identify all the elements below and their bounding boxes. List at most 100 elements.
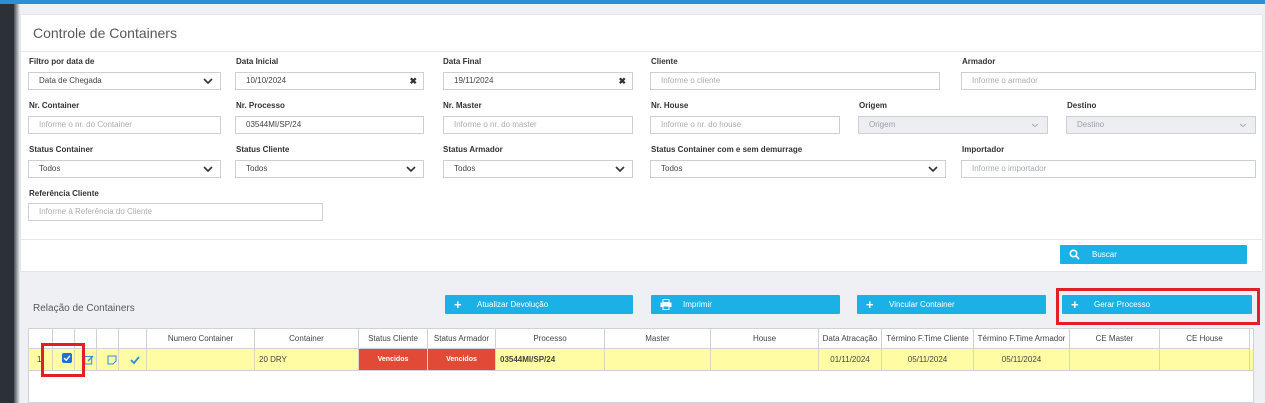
nr-container-input[interactable]: Informe o nr. do Container	[28, 116, 221, 134]
top-accent-bar	[0, 0, 1265, 4]
status-cliente-value: Todos	[246, 164, 268, 173]
status-container-select[interactable]: Todos	[28, 160, 221, 178]
chevron-down-icon	[1030, 120, 1040, 130]
cell-master	[605, 349, 711, 370]
status-armador-value: Todos	[454, 164, 476, 173]
cliente-input[interactable]: Informe o cliente	[650, 72, 940, 90]
imprimir-button[interactable]: Imprimir	[651, 295, 840, 314]
origem-label: Origem	[859, 101, 888, 110]
origem-select[interactable]: Origem	[858, 116, 1048, 134]
table-row[interactable]: 1 20 DRY Vencidos Vencidos 03544MI/SP/24…	[29, 349, 1253, 371]
ref-cliente-input[interactable]: Informe à Referência do Cliente	[28, 203, 323, 221]
data-final-value: 19/11/2024	[454, 76, 494, 85]
atualizar-devolucao-button[interactable]: + Atualizar Devolução	[445, 295, 633, 314]
vincular-label: Vincular Container	[889, 300, 955, 309]
data-final-input[interactable]: 19/11/2024 ✖	[443, 72, 633, 90]
clear-icon[interactable]: ✖	[618, 73, 626, 89]
nr-master-input[interactable]: Informe o nr. do master	[443, 116, 633, 134]
status-armador-label: Status Armador	[443, 145, 503, 154]
destino-value: Destino	[1077, 120, 1105, 129]
plus-icon: +	[866, 297, 874, 312]
header-status-armador[interactable]: Status Armador	[428, 329, 496, 349]
list-title: Relação de Containers	[33, 303, 135, 314]
cell-numero-container	[147, 349, 255, 370]
ref-cliente-label: Referência Cliente	[29, 189, 99, 198]
header-note	[97, 329, 119, 349]
chevron-down-icon	[203, 164, 213, 174]
header-ce-house[interactable]: CE House	[1160, 329, 1250, 349]
cell-status-armador: Vencidos	[428, 349, 496, 370]
cliente-label: Cliente	[651, 57, 678, 66]
cell-ce-master	[1070, 349, 1160, 370]
nr-house-label: Nr. House	[651, 101, 689, 110]
data-final-label: Data Final	[443, 57, 482, 66]
highlight-box-gerar	[1056, 288, 1260, 325]
header-data-atracacao[interactable]: Data Atracação	[819, 329, 882, 349]
nr-house-input[interactable]: Informe o nr. do house	[650, 116, 840, 134]
printer-icon	[660, 295, 672, 315]
chevron-down-icon	[406, 164, 416, 174]
search-icon	[1069, 245, 1080, 265]
status-cliente-label: Status Cliente	[236, 145, 290, 154]
divider	[21, 239, 1262, 240]
nr-processo-label: Nr. Processo	[236, 101, 285, 110]
chevron-down-icon	[928, 164, 938, 174]
containers-table: Numero Container Container Status Client…	[28, 328, 1254, 403]
header-processo[interactable]: Processo	[496, 329, 605, 349]
header-check	[119, 329, 147, 349]
destino-select[interactable]: Destino	[1066, 116, 1256, 134]
vincular-container-button[interactable]: + Vincular Container	[857, 295, 1046, 314]
cell-termino-cliente: 05/11/2024	[882, 349, 974, 370]
data-inicial-label: Data Inicial	[236, 57, 279, 66]
status-demurrage-label: Status Container com e sem demurrage	[651, 145, 803, 154]
header-ce-master[interactable]: CE Master	[1070, 329, 1160, 349]
header-status-cliente[interactable]: Status Cliente	[359, 329, 428, 349]
status-demurrage-value: Todos	[661, 164, 683, 173]
nr-master-label: Nr. Master	[443, 101, 482, 110]
importador-label: Importador	[962, 145, 1005, 154]
cell-ce-house	[1160, 349, 1250, 370]
status-armador-select[interactable]: Todos	[443, 160, 633, 178]
left-sidebar	[0, 4, 14, 403]
clear-icon[interactable]: ✖	[409, 73, 417, 89]
page-title: Controle de Containers	[33, 25, 177, 41]
header-termino-cliente[interactable]: Término F.Time Cliente	[882, 329, 974, 349]
destino-label: Destino	[1067, 101, 1097, 110]
filtro-label: Filtro por data de	[29, 57, 95, 66]
chevron-down-icon	[203, 76, 213, 86]
check-icon[interactable]	[130, 352, 140, 365]
filtro-select[interactable]: Data de Chegada	[28, 72, 221, 90]
nr-processo-input[interactable]: 03544MI/SP/24	[235, 116, 424, 134]
nr-container-label: Nr. Container	[29, 101, 80, 110]
cell-container: 20 DRY	[255, 349, 359, 370]
header-house[interactable]: House	[711, 329, 819, 349]
data-inicial-input[interactable]: 10/10/2024 ✖	[235, 72, 424, 90]
armador-label: Armador	[962, 57, 996, 66]
status-demurrage-select[interactable]: Todos	[650, 160, 946, 178]
header-numero-container[interactable]: Numero Container	[147, 329, 255, 349]
chevron-down-icon	[1238, 120, 1248, 130]
header-container[interactable]: Container	[255, 329, 359, 349]
status-container-value: Todos	[39, 164, 61, 173]
highlight-box-checkbox	[41, 343, 85, 377]
note-icon[interactable]	[107, 352, 117, 365]
filter-panel: Controle de Containers Filtro por data d…	[20, 14, 1263, 272]
cell-house	[711, 349, 819, 370]
importador-input[interactable]: Informe o importador	[961, 160, 1256, 178]
armador-input[interactable]: Informe o armador	[961, 72, 1256, 90]
cell-data-atracacao: 01/11/2024	[819, 349, 882, 370]
buscar-button[interactable]: Buscar	[1060, 245, 1247, 264]
origem-value: Origem	[869, 120, 896, 129]
status-cliente-select[interactable]: Todos	[235, 160, 424, 178]
chevron-down-icon	[615, 164, 625, 174]
filtro-value: Data de Chegada	[39, 76, 102, 85]
cell-termino-armador: 05/11/2024	[974, 349, 1070, 370]
header-termino-armador[interactable]: Término F.Time Armador	[974, 329, 1070, 349]
atualizar-label: Atualizar Devolução	[477, 300, 549, 309]
title-divider	[21, 51, 1262, 52]
plus-icon: +	[454, 297, 462, 312]
header-master[interactable]: Master	[605, 329, 711, 349]
edit-icon[interactable]	[84, 352, 94, 365]
imprimir-label: Imprimir	[683, 300, 712, 309]
status-container-label: Status Container	[29, 145, 94, 154]
